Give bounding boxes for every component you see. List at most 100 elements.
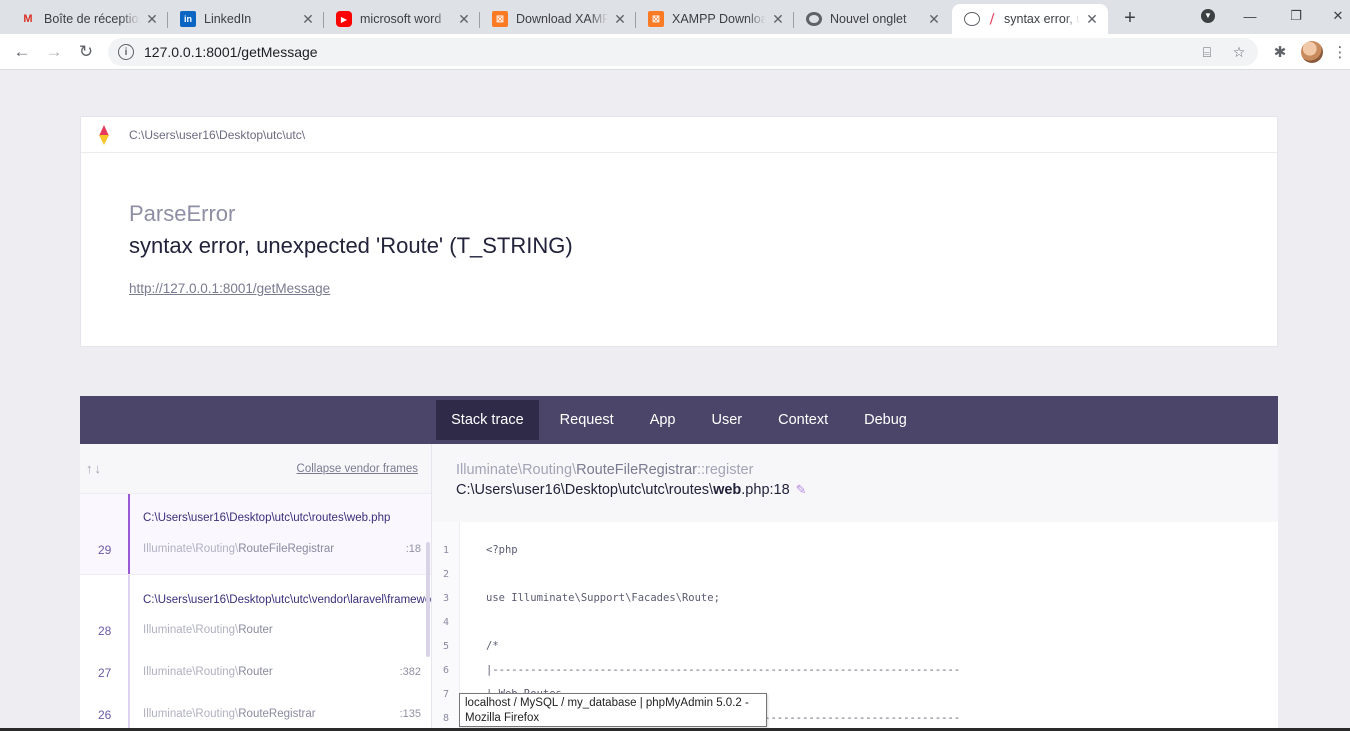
- chrome-icon: [806, 12, 822, 26]
- code-line: 3 use Illuminate\Support\Facades\Route;: [442, 592, 720, 604]
- frame-number: 29: [98, 543, 112, 557]
- minimize-icon[interactable]: —: [1238, 4, 1262, 28]
- reload-icon[interactable]: ↻: [74, 40, 98, 64]
- stack-panel: Stack trace Request App User Context Deb…: [80, 396, 1278, 731]
- frame-item[interactable]: 26 Illuminate\Routing\RouteRegistrar :13…: [80, 698, 431, 731]
- url-text[interactable]: 127.0.0.1:8001/getMessage: [144, 44, 318, 60]
- tab-context[interactable]: Context: [763, 400, 843, 440]
- frame-number: 28: [98, 624, 112, 638]
- tab-app[interactable]: App: [635, 400, 691, 440]
- new-tab-button[interactable]: +: [1118, 6, 1142, 30]
- code-line: 1 <?php: [442, 544, 518, 556]
- frame-detail-header: Illuminate\Routing\RouteFileRegistrar::r…: [432, 444, 1278, 522]
- tab-title: Download XAMPP: [516, 12, 608, 26]
- extensions-puzzle-icon[interactable]: ✱: [1268, 40, 1292, 64]
- frame-item[interactable]: C:\Users\user16\Desktop\utc\utc\routes\w…: [80, 494, 431, 575]
- frame-class: Illuminate\Routing\RouteRegistrar: [143, 708, 316, 720]
- browser-toolbar: ← → ↻ i 127.0.0.1:8001/getMessage ⌸ ☆ ✱ …: [0, 34, 1350, 70]
- tab-syntax-error[interactable]: ⧸ syntax error, unexpected ✕: [952, 4, 1108, 34]
- close-icon[interactable]: ✕: [612, 11, 628, 27]
- frames-toolbar: ↑↓ Collapse vendor frames: [80, 444, 431, 494]
- tab-title: LinkedIn: [204, 12, 252, 26]
- frame-class: Illuminate\Routing\Router: [143, 624, 273, 636]
- frame-nav-arrows-icon[interactable]: ↑↓: [86, 461, 103, 476]
- bookmark-star-icon[interactable]: ☆: [1228, 38, 1250, 66]
- frame-line: :135: [399, 708, 421, 720]
- tab-debug[interactable]: Debug: [849, 400, 922, 440]
- globe-icon: [964, 12, 980, 26]
- frame-line: :18: [405, 543, 421, 555]
- close-icon[interactable]: ✕: [926, 11, 942, 27]
- exception-message: syntax error, unexpected 'Route' (T_STRI…: [129, 233, 573, 258]
- ignition-logo-icon: [97, 124, 111, 145]
- tooltip-line: localhost / MySQL / my_database | phpMyA…: [465, 697, 749, 709]
- project-path: C:\Users\user16\Desktop\utc\utc\: [129, 127, 306, 142]
- translate-icon[interactable]: ⌸: [1196, 38, 1218, 66]
- tab-request[interactable]: Request: [545, 400, 629, 440]
- tab-title: Boîte de réception: [44, 12, 140, 26]
- frame-file: C:\Users\user16\Desktop\utc\utc\routes\w…: [456, 482, 807, 498]
- frame-number: 26: [98, 708, 112, 722]
- tab-title: Nouvel onglet: [830, 12, 907, 26]
- code-line: 5/*: [442, 640, 499, 652]
- close-icon[interactable]: ✕: [144, 11, 160, 27]
- close-icon[interactable]: ✕: [300, 11, 316, 27]
- header-bar: C:\Users\user16\Desktop\utc\utc\: [81, 117, 1277, 153]
- frame-line: :382: [399, 666, 421, 678]
- stack-nav-bar: Stack trace Request App User Context Deb…: [80, 396, 1278, 444]
- request-url-link[interactable]: http://127.0.0.1:8001/getMessage: [129, 281, 330, 296]
- youtube-icon: ▶: [336, 11, 352, 27]
- frame-item[interactable]: 27 Illuminate\Routing\Router :382: [80, 656, 431, 698]
- tooltip-line: Mozilla Firefox: [465, 712, 540, 724]
- xampp-icon: ⊠: [492, 11, 508, 27]
- tab-stack-trace[interactable]: Stack trace: [436, 400, 539, 440]
- linkedin-icon: in: [180, 11, 196, 27]
- forward-arrow-icon[interactable]: →: [42, 40, 66, 64]
- code-line: 4: [442, 616, 450, 628]
- address-bar[interactable]: i 127.0.0.1:8001/getMessage ⌸ ☆: [108, 38, 1258, 66]
- tab-user[interactable]: User: [697, 400, 758, 440]
- frame-path: C:\Users\user16\Desktop\utc\utc\vendor\l…: [143, 594, 432, 606]
- code-line: 2: [442, 568, 450, 580]
- frame-item[interactable]: C:\Users\user16\Desktop\utc\utc\vendor\l…: [80, 575, 431, 656]
- browser-tab-bar: M Boîte de réception ✕ in LinkedIn ✕ ▶ m…: [0, 0, 1350, 34]
- exception-class: ParseError: [129, 201, 236, 226]
- frames-scrollbar[interactable]: [426, 542, 430, 657]
- vendor-indicator: [128, 656, 130, 698]
- exception-header-card: C:\Users\user16\Desktop\utc\utc\ ParseEr…: [80, 116, 1278, 347]
- back-arrow-icon[interactable]: ←: [10, 40, 34, 64]
- taskbar-tooltip: localhost / MySQL / my_database | phpMyA…: [459, 693, 767, 727]
- frame-detail: Illuminate\Routing\RouteFileRegistrar::r…: [432, 444, 1278, 731]
- close-icon[interactable]: ✕: [770, 11, 786, 27]
- gmail-icon: M: [23, 13, 33, 25]
- tab-search-icon[interactable]: ▼: [1196, 4, 1220, 28]
- ignition-icon: ⧸: [989, 11, 995, 26]
- window-close-icon[interactable]: ✕: [1326, 4, 1350, 28]
- frame-method: Illuminate\Routing\RouteFileRegistrar::r…: [456, 462, 754, 478]
- tab-download-xampp[interactable]: ⊠ Download XAMPP ✕: [480, 4, 636, 34]
- frame-class: Illuminate\Routing\Router: [143, 666, 273, 678]
- close-icon[interactable]: ✕: [1084, 11, 1100, 27]
- tab-youtube[interactable]: ▶ microsoft word ✕: [324, 4, 480, 34]
- frame-class: Illuminate\Routing\RouteFileRegistrar: [143, 543, 335, 555]
- close-icon[interactable]: ✕: [456, 11, 472, 27]
- code-line: 6 |--------------------------------------…: [442, 664, 961, 676]
- maximize-icon[interactable]: ❐: [1284, 4, 1308, 28]
- tab-title: XAMPP Download: [672, 12, 766, 26]
- tab-gmail[interactable]: M Boîte de réception ✕: [8, 4, 168, 34]
- vendor-indicator: [128, 698, 130, 731]
- tab-linkedin[interactable]: in LinkedIn ✕: [168, 4, 324, 34]
- frame-number: 27: [98, 666, 112, 680]
- pencil-edit-icon[interactable]: ✎: [796, 482, 807, 498]
- tab-title: microsoft word: [360, 12, 442, 26]
- profile-avatar[interactable]: [1301, 41, 1323, 63]
- tab-title: syntax error, unexpected: [1004, 12, 1080, 26]
- vendor-indicator: [128, 575, 130, 656]
- collapse-vendor-frames-link[interactable]: Collapse vendor frames: [297, 463, 418, 475]
- frames-list: ↑↓ Collapse vendor frames C:\Users\user1…: [80, 444, 432, 731]
- kebab-menu-icon[interactable]: ⋮: [1332, 40, 1348, 64]
- frame-path: C:\Users\user16\Desktop\utc\utc\routes\w…: [143, 512, 391, 524]
- tab-xampp-download[interactable]: ⊠ XAMPP Download ✕: [636, 4, 794, 34]
- info-icon[interactable]: i: [118, 44, 134, 60]
- tab-new-tab[interactable]: Nouvel onglet ✕: [794, 4, 950, 34]
